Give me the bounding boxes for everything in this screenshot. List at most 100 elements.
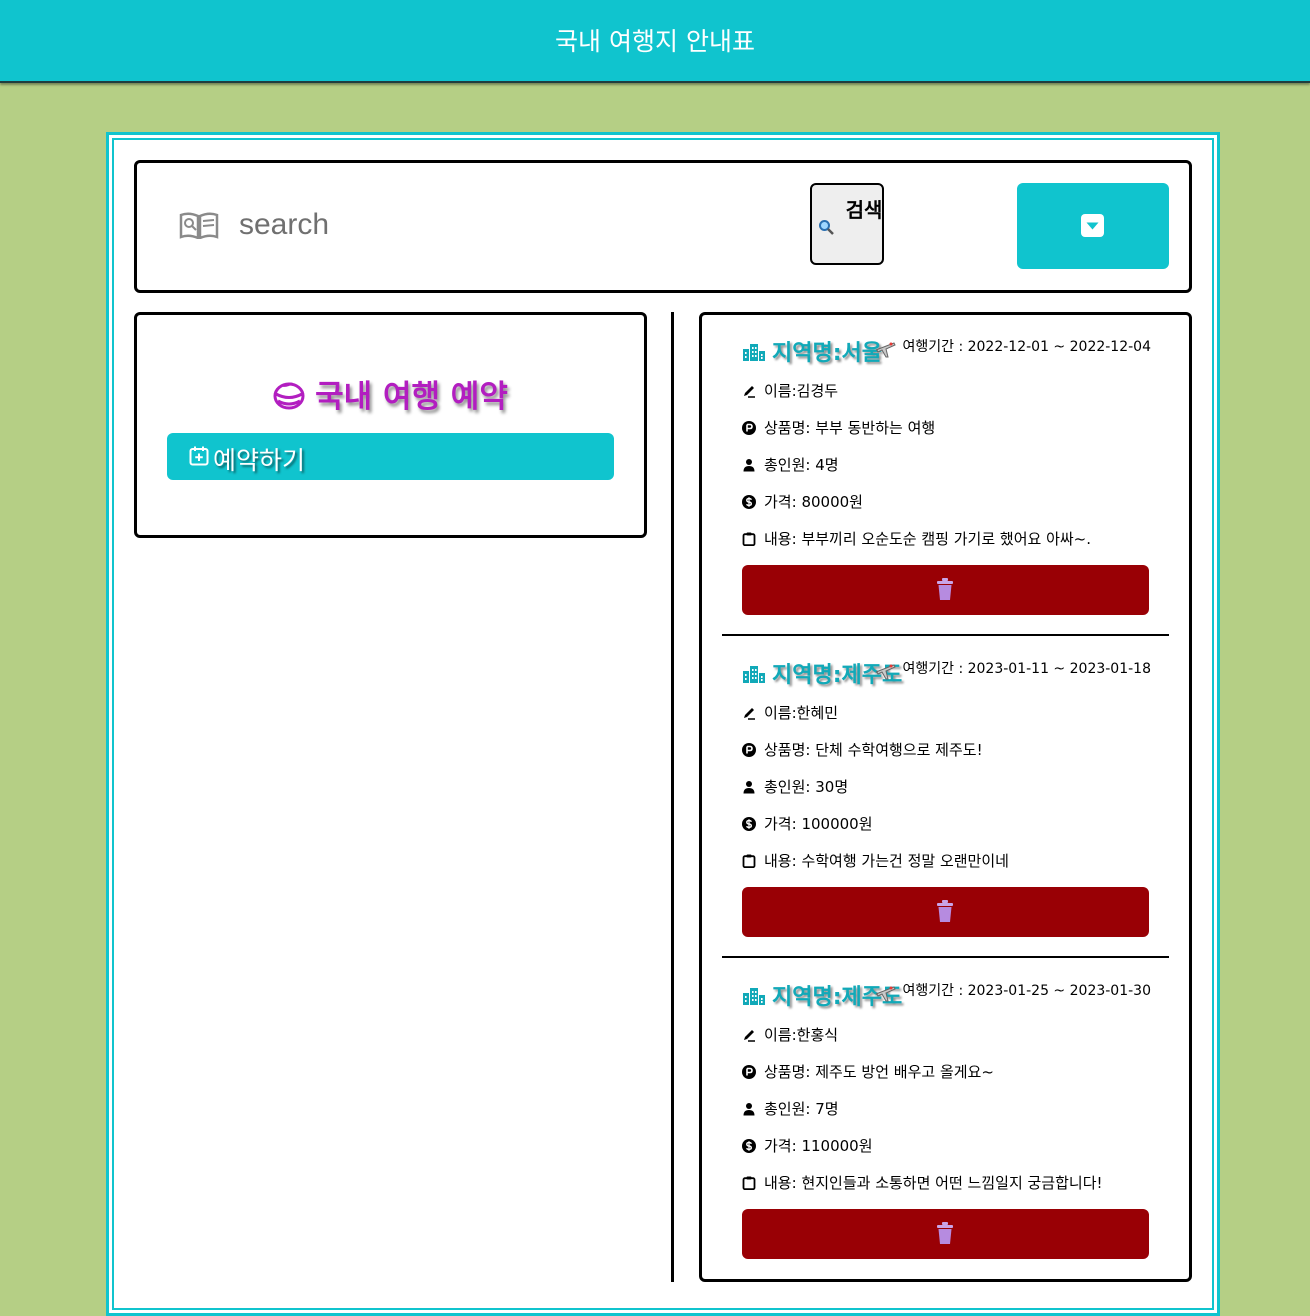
region-prefix: 지역명:	[772, 663, 842, 688]
trash-icon	[937, 578, 953, 600]
people-row: 총인원: 4명	[742, 454, 839, 474]
reserve-button[interactable]: 예약하기	[167, 433, 614, 480]
name-row: 이름:한홍식	[742, 1024, 838, 1044]
period-end: 2023-01-30	[1069, 983, 1151, 999]
pen-icon	[744, 708, 755, 720]
top-header: 국내 여행지 안내표	[0, 0, 1310, 83]
delete-button[interactable]	[742, 1209, 1149, 1259]
name-value: 한홍식	[796, 1026, 839, 1044]
name-prefix: 이름:	[764, 1026, 797, 1044]
reservation-entry: 지역명:제주도 여행기간 : 2023-01-11 ~ 2023-01-18 이…	[702, 637, 1189, 959]
column-divider	[671, 312, 674, 1282]
price-prefix: 가격:	[764, 815, 802, 833]
content-prefix: 내용:	[764, 1174, 802, 1192]
search-input[interactable]	[237, 201, 801, 249]
people-row: 총인원: 30명	[742, 776, 848, 796]
search-button[interactable]: 검색	[810, 183, 884, 265]
dropdown-toggle-button[interactable]	[1017, 183, 1169, 269]
p-circle-icon	[742, 743, 756, 757]
period-end: 2022-12-04	[1069, 339, 1151, 355]
pen-icon	[744, 1030, 755, 1042]
city-icon	[743, 666, 765, 683]
region-prefix: 지역명:	[772, 985, 842, 1010]
name-prefix: 이름:	[764, 382, 797, 400]
people-value: 4명	[815, 456, 839, 474]
airplane-icon	[875, 342, 896, 358]
product-row: 상품명: 부부 동반하는 여행	[742, 417, 935, 437]
product-prefix: 상품명:	[764, 419, 816, 437]
magnifier-icon	[819, 220, 834, 235]
search-button-label: 검색	[845, 198, 883, 222]
reservation-list: 지역명:서울 여행기간 : 2022-12-01 ~ 2022-12-04 이름…	[699, 312, 1192, 1282]
price-row: 가격: 100000원	[742, 813, 873, 833]
people-row: 총인원: 7명	[742, 1098, 839, 1118]
booking-title-text: 국내 여행 예약	[315, 379, 508, 415]
content-row: 내용: 현지인들과 소통하면 어떤 느낌일지 궁금합니다!	[742, 1172, 1103, 1192]
name-value: 한혜민	[796, 704, 839, 722]
content-prefix: 내용:	[764, 852, 802, 870]
people-prefix: 총인원:	[764, 1100, 816, 1118]
content-value: 부부끼리 오순도순 캠핑 가기로 했어요 아싸~.	[801, 530, 1092, 548]
clipboard-icon	[742, 854, 756, 868]
price-row: 가격: 80000원	[742, 491, 863, 511]
product-row: 상품명: 제주도 방언 배우고 올게요~	[742, 1061, 994, 1081]
product-row: 상품명: 단체 수학여행으로 제주도!	[742, 739, 983, 759]
city-icon	[743, 344, 765, 361]
page-title: 국내 여행지 안내표	[555, 27, 755, 56]
price-prefix: 가격:	[764, 493, 802, 511]
reserve-button-label: 예약하기	[213, 446, 306, 475]
pen-icon	[744, 386, 755, 398]
reservation-entry: 지역명:제주도 여행기간 : 2023-01-25 ~ 2023-01-30 이…	[702, 959, 1189, 1281]
period-start: 2023-01-25	[967, 983, 1049, 999]
product-prefix: 상품명:	[764, 1063, 816, 1081]
person-icon	[743, 1103, 755, 1116]
product-value: 제주도 방언 배우고 올게요~	[815, 1063, 994, 1081]
city-icon	[743, 988, 765, 1005]
caret-down-square-icon	[1081, 214, 1104, 237]
person-icon	[743, 459, 755, 472]
name-value: 김경두	[796, 382, 839, 400]
airplane-icon	[875, 664, 896, 680]
content-prefix: 내용:	[764, 530, 802, 548]
content-value: 수학여행 가는건 정말 오랜만이네	[801, 852, 1009, 870]
people-value: 7명	[815, 1100, 839, 1118]
price-value: 100000원	[801, 815, 873, 833]
product-prefix: 상품명:	[764, 741, 816, 759]
search-bar: 검색	[134, 160, 1192, 293]
delete-button[interactable]	[742, 887, 1149, 937]
person-icon	[743, 781, 755, 794]
calendar-plus-icon	[189, 446, 209, 466]
price-row: 가격: 110000원	[742, 1135, 873, 1155]
booking-title: 국내 여행 예약	[137, 371, 644, 416]
delete-button[interactable]	[742, 565, 1149, 615]
product-value: 단체 수학여행으로 제주도!	[815, 741, 983, 759]
travel-period: 여행기간 : 2022-12-01 ~ 2022-12-04	[902, 339, 1151, 355]
region-prefix: 지역명:	[772, 341, 842, 366]
entry-separator	[722, 634, 1169, 636]
travel-period: 여행기간 : 2023-01-11 ~ 2023-01-18	[902, 661, 1151, 677]
trash-icon	[937, 900, 953, 922]
content-row: 내용: 부부끼리 오순도순 캠핑 가기로 했어요 아싸~.	[742, 528, 1091, 548]
people-prefix: 총인원:	[764, 456, 816, 474]
period-prefix: 여행기간 :	[902, 983, 968, 999]
open-book-icon	[179, 212, 219, 239]
entry-separator	[722, 956, 1169, 958]
globe-icon	[273, 382, 305, 410]
name-row: 이름:김경두	[742, 380, 838, 400]
name-prefix: 이름:	[764, 704, 797, 722]
product-value: 부부 동반하는 여행	[815, 419, 936, 437]
booking-card: 국내 여행 예약 예약하기	[134, 312, 647, 538]
period-end: 2023-01-18	[1069, 661, 1151, 677]
clipboard-icon	[742, 532, 756, 546]
airplane-icon	[875, 986, 896, 1002]
period-start: 2022-12-01	[967, 339, 1049, 355]
travel-period: 여행기간 : 2023-01-25 ~ 2023-01-30	[902, 983, 1151, 999]
p-circle-icon	[742, 421, 756, 435]
price-value: 110000원	[801, 1137, 873, 1155]
coin-icon	[742, 817, 756, 831]
price-value: 80000원	[801, 493, 863, 511]
region-heading: 지역명:서울	[742, 335, 882, 367]
period-prefix: 여행기간 :	[902, 661, 968, 677]
content-value: 현지인들과 소통하면 어떤 느낌일지 궁금합니다!	[801, 1174, 1103, 1192]
clipboard-icon	[742, 1176, 756, 1190]
